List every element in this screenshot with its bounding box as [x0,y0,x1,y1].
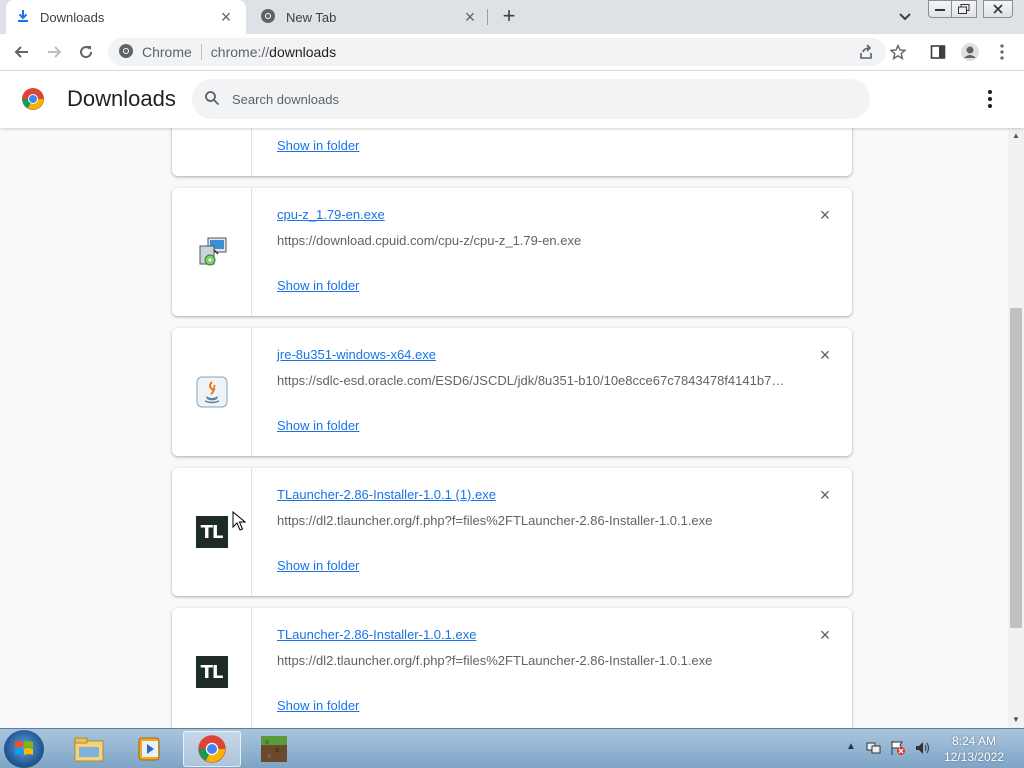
restore-button[interactable] [951,0,977,18]
minecraft-icon [261,736,287,762]
download-icon [16,9,30,26]
chrome-icon [118,43,134,62]
remove-download-button[interactable]: × [815,205,835,225]
tlauncher-icon: TL [195,656,228,688]
show-in-folder-link[interactable]: Show in folder [277,138,359,153]
show-in-folder-link[interactable]: Show in folder [277,698,359,713]
file-explorer-icon [74,737,104,762]
windows-logo-icon [15,741,33,755]
chrome-logo-icon [21,87,45,111]
tlauncher-icon: TL [195,516,228,548]
download-item: cpu-z_1.79-en.exe https://download.cpuid… [172,188,852,316]
download-url[interactable]: https://dl2.tlauncher.org/f.php?f=files%… [277,653,787,668]
remove-download-button[interactable]: × [815,625,835,645]
share-icon [860,44,872,59]
address-bar[interactable]: Chrome chrome://downloads [108,38,886,66]
share-button[interactable] [854,40,878,64]
download-item: jre-8u351-windows-x64.exe https://sdlc-e… [172,328,852,456]
kebab-menu-icon [1000,44,1004,60]
close-tab-icon[interactable]: × [216,7,236,27]
taskbar-file-explorer[interactable] [60,731,118,767]
scroll-thumb[interactable] [1010,308,1022,628]
show-in-folder-link[interactable]: Show in folder [277,418,359,433]
search-input[interactable] [232,91,832,107]
download-item: TL TLauncher-2.86-Installer-1.0.1.exe ht… [172,608,852,728]
side-panel-icon [930,45,946,59]
tab-search-button[interactable] [895,6,915,26]
tlauncher-icon-cell: TL [172,608,252,728]
taskbar-chrome[interactable] [183,731,241,767]
side-panel-button[interactable] [926,40,950,64]
bookmark-button[interactable] [886,40,910,64]
chevron-down-icon [899,13,911,21]
back-arrow-icon [14,46,28,58]
url-text[interactable]: chrome://downloads [211,44,336,60]
show-hidden-icons-icon[interactable]: ▲ [846,741,856,752]
scroll-down-arrow-icon[interactable]: ▼ [1008,712,1024,728]
tab-strip: Downloads × New Tab × + [0,0,1024,34]
show-in-folder-link[interactable]: Show in folder [277,278,359,293]
download-filename-link[interactable]: jre-8u351-windows-x64.exe [277,347,436,362]
tab-new-tab[interactable]: New Tab × [250,0,490,34]
tab-title: New Tab [286,9,337,25]
downloads-menu-button[interactable] [980,89,1000,109]
media-player-icon [138,737,160,761]
clock-time: 8:24 AM [951,734,997,748]
downloads-list: Show in folder cpu-z_1.79-en.exe https:/… [0,128,1008,728]
back-button[interactable] [10,40,34,64]
profile-button[interactable] [958,40,982,64]
url-path: downloads [269,44,337,60]
forward-arrow-icon [48,46,62,58]
download-filename-link[interactable]: cpu-z_1.79-en.exe [277,207,385,222]
start-button[interactable] [4,730,44,768]
taskbar-media-player[interactable] [121,731,179,767]
scroll-up-arrow-icon[interactable]: ▲ [1008,128,1024,144]
remove-download-button[interactable]: × [815,345,835,365]
chrome-icon [198,735,226,763]
java-icon [172,328,252,456]
show-in-folder-link[interactable]: Show in folder [277,558,359,573]
search-icon [204,90,220,109]
avatar-icon [961,43,979,61]
network-icon[interactable] [866,740,882,759]
download-item: Show in folder [172,128,852,176]
mouse-cursor-icon [232,510,247,534]
omnibox-divider [200,44,202,60]
search-bar[interactable] [192,79,870,119]
download-filename-link[interactable]: TLauncher-2.86-Installer-1.0.1.exe [277,627,476,642]
taskbar-clock[interactable]: 8:24 AM 12/13/2022 [932,733,1016,765]
close-tab-icon[interactable]: × [460,7,480,27]
volume-icon[interactable] [914,740,930,759]
clock-date: 12/13/2022 [943,750,1005,764]
star-icon [890,44,906,60]
vertical-scrollbar[interactable]: ▲ ▼ [1008,128,1024,728]
new-tab-button[interactable]: + [497,5,521,29]
window-close-button[interactable] [983,0,1013,18]
browser-toolbar: Chrome chrome://downloads [0,34,1024,71]
download-item: TL TLauncher-2.86-Installer-1.0.1 (1).ex… [172,468,852,596]
page-title: Downloads [67,86,176,111]
tab-downloads[interactable]: Downloads × [6,0,246,34]
installer-icon [172,188,252,316]
action-center-icon[interactable] [890,740,906,759]
windows-taskbar: ▲ 8:24 AM 12/13/2022 [0,728,1024,768]
download-url[interactable]: https://dl2.tlauncher.org/f.php?f=files%… [277,513,787,528]
tab-title: Downloads [40,9,105,25]
forward-button[interactable] [42,40,66,64]
download-url[interactable]: https://sdlc-esd.oracle.com/ESD6/JSCDL/j… [277,373,787,388]
download-url[interactable]: https://download.cpuid.com/cpu-z/cpu-z_1… [277,233,787,248]
downloads-header: Downloads [0,71,1024,128]
reload-icon [80,46,93,59]
tab-divider [487,9,488,25]
remove-download-button[interactable]: × [815,485,835,505]
chrome-icon [260,8,276,27]
file-icon-cell [172,128,252,176]
taskbar-minecraft[interactable] [245,731,303,767]
url-scheme: chrome:// [210,44,270,60]
reload-button[interactable] [74,40,98,64]
minimize-button[interactable] [928,0,952,18]
download-filename-link[interactable]: TLauncher-2.86-Installer-1.0.1 (1).exe [277,487,496,502]
chrome-menu-button[interactable] [990,40,1014,64]
site-label: Chrome [142,44,192,60]
